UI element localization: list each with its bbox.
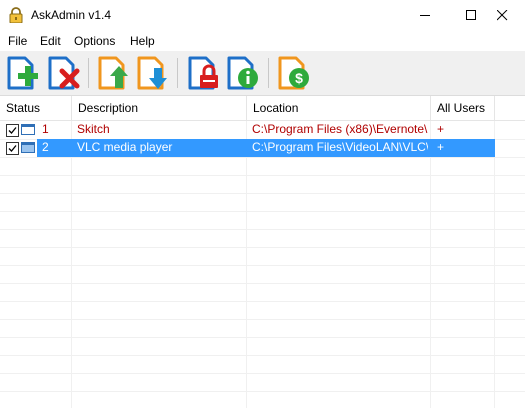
table-row[interactable]: 2 VLC media player C:\Program Files\Vide…: [0, 139, 495, 157]
grid-line: [0, 301, 525, 302]
grid-line: [0, 175, 525, 176]
grid-line: [0, 229, 525, 230]
title-bar: AskAdmin v1.4: [0, 0, 525, 31]
row-number: 1: [42, 122, 49, 136]
lock-button[interactable]: [184, 55, 222, 93]
grid-line: [430, 121, 431, 408]
window-icon: [21, 142, 35, 153]
column-header-location[interactable]: Location: [247, 96, 431, 120]
startup-list[interactable]: Status Description Location All Users 1 …: [0, 95, 525, 408]
window-icon: [21, 124, 35, 135]
grid-line: [0, 283, 525, 284]
row-all-users: +: [437, 122, 445, 136]
minimize-button[interactable]: [402, 0, 448, 31]
window-title: AskAdmin v1.4: [31, 8, 112, 22]
column-header-description[interactable]: Description: [72, 96, 247, 120]
column-header-all-users[interactable]: All Users: [431, 96, 495, 120]
grid-line: [0, 193, 525, 194]
menu-file[interactable]: File: [8, 34, 27, 48]
row-location: C:\Program Files\VideoLAN\VLC\v...: [252, 140, 428, 154]
grid-line: [0, 211, 525, 212]
menu-bar: File Edit Options Help: [0, 31, 525, 51]
grid-line: [0, 319, 525, 320]
grid-line: [0, 355, 525, 356]
svg-text:$: $: [295, 70, 303, 86]
grid-line: [0, 337, 525, 338]
menu-options[interactable]: Options: [74, 34, 115, 48]
grid-line: [246, 121, 247, 408]
remove-button[interactable]: [44, 55, 82, 93]
menu-edit[interactable]: Edit: [40, 34, 61, 48]
toolbar-separator: [268, 58, 269, 88]
row-all-users: +: [437, 140, 445, 154]
grid-line: [0, 265, 525, 266]
row-checkbox[interactable]: [6, 124, 19, 137]
info-button[interactable]: [223, 55, 261, 93]
donate-button[interactable]: $: [274, 55, 312, 93]
row-number: 2: [42, 140, 49, 154]
grid-line: [0, 247, 525, 248]
row-checkbox[interactable]: [6, 142, 19, 155]
import-button[interactable]: [94, 55, 132, 93]
column-header-status[interactable]: Status: [0, 96, 72, 120]
toolbar: $: [0, 51, 525, 95]
grid-line: [0, 157, 525, 158]
close-button[interactable]: [479, 0, 525, 31]
table-row[interactable]: 1 Skitch C:\Program Files (x86)\Evernote…: [0, 121, 495, 139]
toolbar-separator: [177, 58, 178, 88]
list-header: Status Description Location All Users: [0, 96, 525, 121]
askadmin-window: AskAdmin v1.4 File Edit Options Help $ S…: [0, 0, 525, 408]
row-description: VLC media player: [77, 140, 173, 154]
add-button[interactable]: [3, 55, 41, 93]
row-location: C:\Program Files (x86)\Evernote\...: [252, 122, 428, 136]
padlock-icon: [9, 7, 23, 26]
row-description: Skitch: [77, 122, 110, 136]
grid-line: [0, 391, 525, 392]
grid-line: [71, 121, 72, 408]
grid-line: [0, 373, 525, 374]
toolbar-separator: [88, 58, 89, 88]
export-button[interactable]: [133, 55, 171, 93]
menu-help[interactable]: Help: [130, 34, 155, 48]
grid-line: [494, 121, 495, 408]
